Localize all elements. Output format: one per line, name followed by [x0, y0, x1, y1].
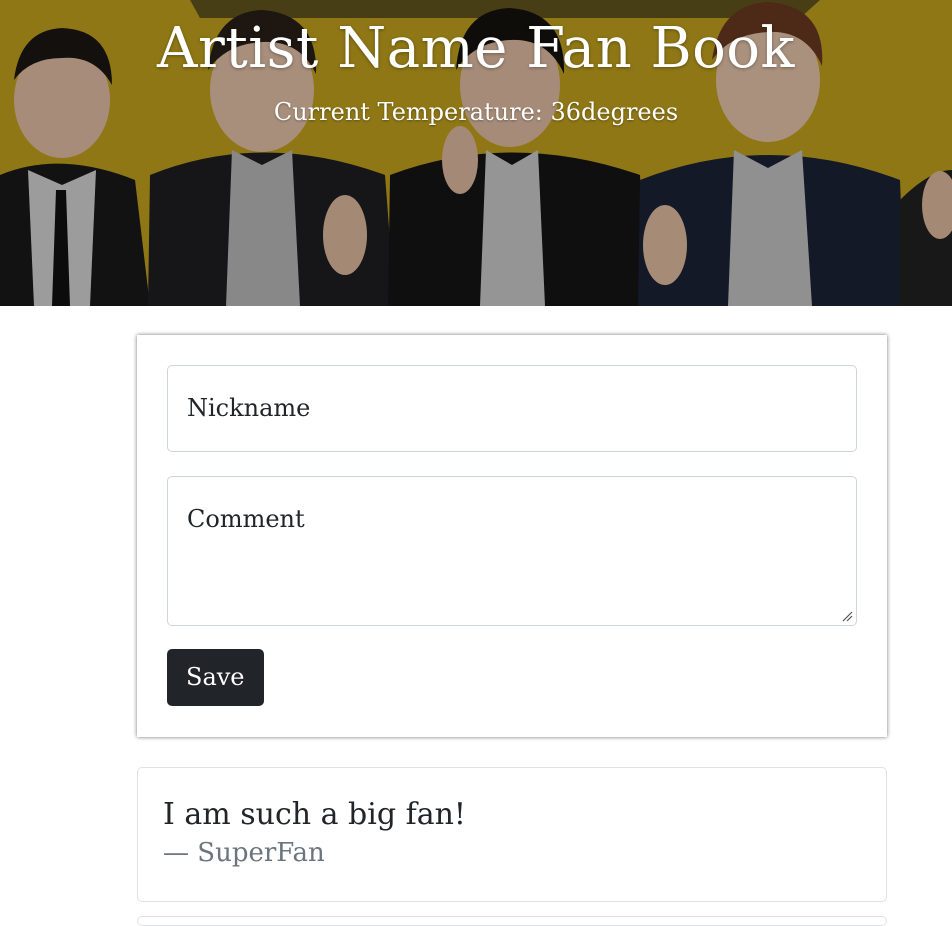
save-button[interactable]: Save: [167, 649, 264, 706]
comment-author: — SuperFan: [163, 838, 325, 868]
comment-field[interactable]: Comment: [167, 476, 857, 626]
comment-textarea[interactable]: [168, 477, 856, 625]
comment-card: I am such a big fan! — SuperFan: [137, 767, 887, 902]
comment-form: Nickname Comment Save: [137, 335, 887, 737]
nickname-label: Nickname: [187, 394, 311, 422]
resize-handle-icon[interactable]: [841, 610, 853, 622]
temperature-text: Current Temperature: 36degrees: [273, 98, 679, 126]
nickname-field[interactable]: Nickname: [167, 365, 857, 452]
header-banner: Artist Name Fan Book Current Temperature…: [0, 0, 952, 306]
next-comment-card: [137, 916, 887, 926]
comment-text: I am such a big fan!: [163, 797, 466, 832]
comment-label: Comment: [187, 505, 305, 533]
page-title: Artist Name Fan Book: [157, 16, 795, 81]
